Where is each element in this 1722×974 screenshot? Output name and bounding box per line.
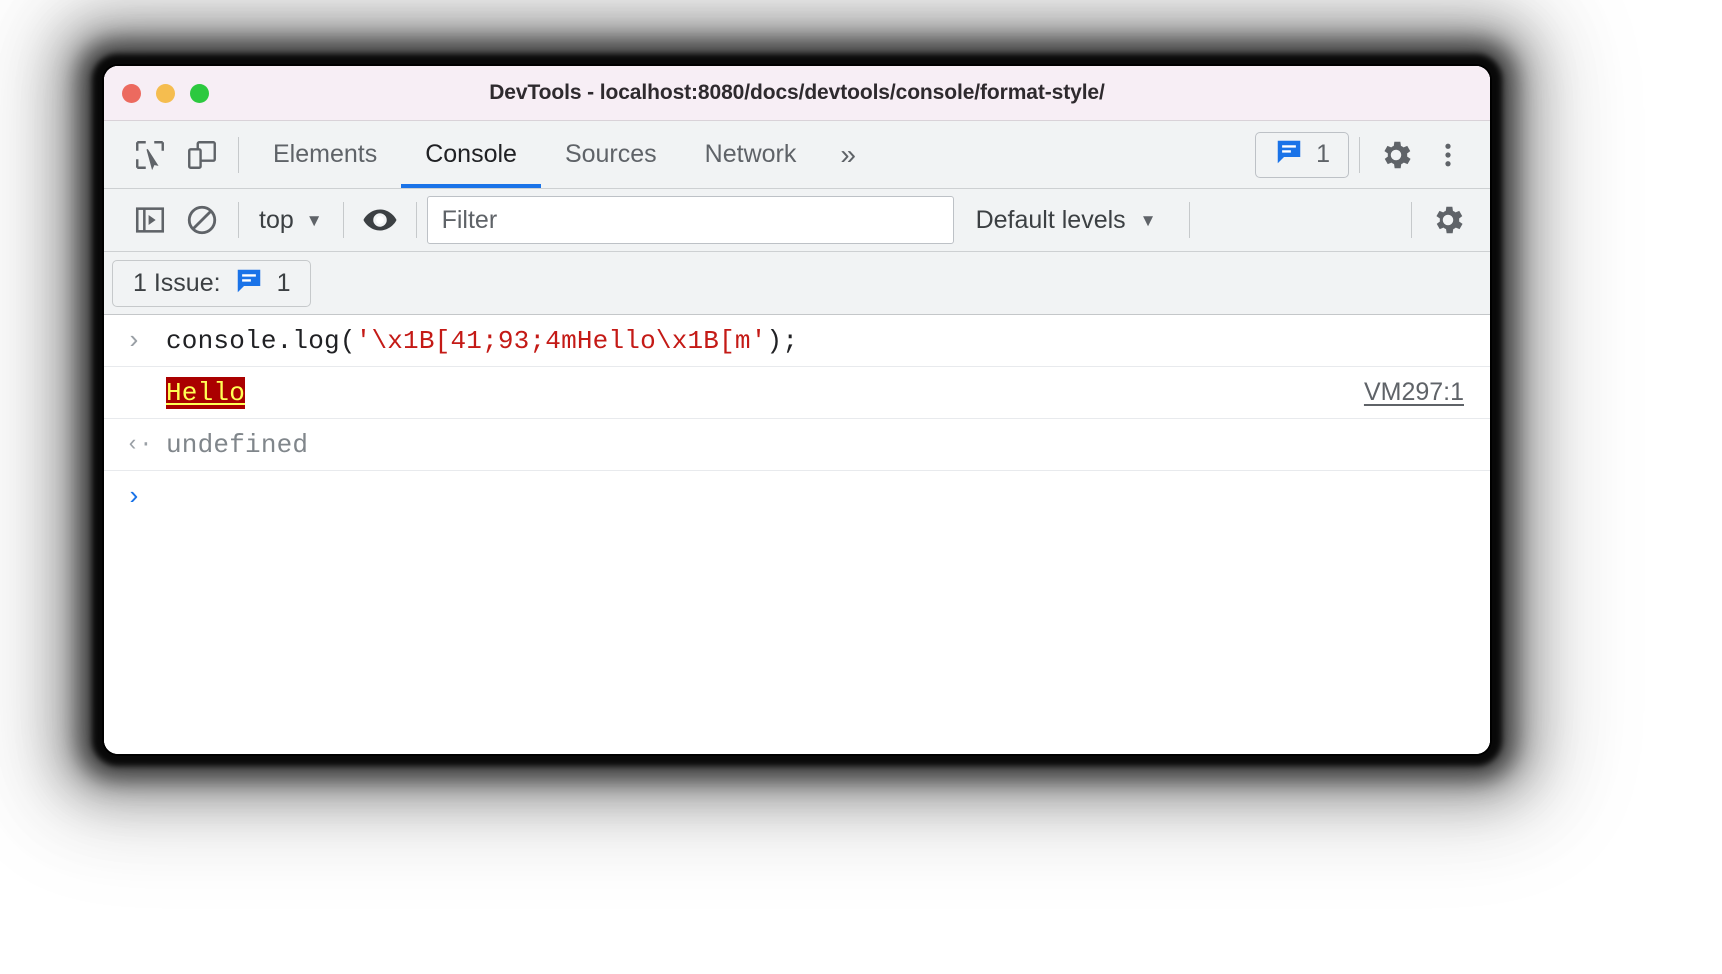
result-arrow-icon: ‹· xyxy=(126,432,153,457)
more-tabs-chevron-icon[interactable]: » xyxy=(820,139,873,171)
source-location-link[interactable]: VM297:1 xyxy=(1364,378,1464,407)
console-input-row[interactable]: › console.log('\x1B[41;93;4mHello\x1B[m'… xyxy=(104,315,1490,367)
ansi-styled-output: Hello xyxy=(166,376,246,409)
toolbar-divider xyxy=(238,136,239,173)
code-suffix: ); xyxy=(766,325,799,356)
execution-context-value: top xyxy=(259,205,294,234)
clear-console-icon[interactable] xyxy=(176,194,228,246)
devtools-main-tabbar: Elements Console Sources Network » 1 xyxy=(104,121,1490,189)
chevron-down-icon: ▼ xyxy=(305,210,323,230)
filter-input[interactable] xyxy=(426,196,954,244)
issues-counter-chip[interactable]: 1 xyxy=(1255,131,1349,178)
console-result-row[interactable]: ‹· undefined xyxy=(104,419,1490,471)
log-levels-value: Default levels xyxy=(975,205,1126,234)
devtools-window: DevTools - localhost:8080/docs/devtools/… xyxy=(104,66,1490,754)
code-prefix: console.log( xyxy=(166,325,356,356)
device-toolbar-icon[interactable] xyxy=(176,129,228,181)
close-window-button[interactable] xyxy=(122,83,141,103)
execution-context-selector[interactable]: top ▼ xyxy=(249,206,333,235)
gear-icon[interactable] xyxy=(1370,129,1422,181)
code-string-literal: '\x1B[41;93;4mHello\x1B[m' xyxy=(355,325,767,356)
console-toolbar-divider-5 xyxy=(1411,202,1412,238)
console-output-row[interactable]: Hello VM297:1 xyxy=(104,367,1490,419)
tab-console[interactable]: Console xyxy=(401,121,541,188)
console-result-value: undefined xyxy=(166,429,309,460)
tabbar-divider-2 xyxy=(1359,136,1360,173)
console-input-code: console.log('\x1B[41;93;4mHello\x1B[m'); xyxy=(166,326,798,356)
tab-network[interactable]: Network xyxy=(681,121,821,188)
tab-network-label: Network xyxy=(704,140,797,168)
window-titlebar: DevTools - localhost:8080/docs/devtools/… xyxy=(104,66,1490,121)
console-settings-gear-icon[interactable] xyxy=(1422,194,1474,246)
window-traffic-lights xyxy=(122,83,209,103)
console-message-list[interactable]: › console.log('\x1B[41;93;4mHello\x1B[m'… xyxy=(104,315,1490,754)
inspect-cursor-icon[interactable] xyxy=(124,129,176,181)
maximize-window-button[interactable] xyxy=(190,83,209,103)
issues-summary-button[interactable]: 1 Issue: 1 xyxy=(112,259,312,307)
console-prompt-row[interactable]: › xyxy=(104,471,1490,523)
eye-icon[interactable] xyxy=(354,194,406,246)
console-toolbar-divider-2 xyxy=(342,202,344,238)
tab-elements[interactable]: Elements xyxy=(249,121,401,188)
input-arrow-icon: › xyxy=(126,325,142,356)
console-toolbar-divider-1 xyxy=(238,202,239,238)
console-toolbar: top ▼ Default levels ▼ xyxy=(104,189,1490,252)
console-issues-bar: 1 Issue: 1 xyxy=(104,252,1490,315)
kebab-menu-icon[interactable] xyxy=(1422,129,1474,181)
issues-summary-label: 1 Issue: xyxy=(133,268,221,297)
console-toolbar-divider-4 xyxy=(1188,202,1190,238)
console-toolbar-divider-3 xyxy=(415,202,417,238)
devtools-tabs: Elements Console Sources Network » xyxy=(249,121,873,188)
screenshot-root: DevTools - localhost:8080/docs/devtools/… xyxy=(0,0,1722,974)
tab-sources[interactable]: Sources xyxy=(541,121,681,188)
issues-summary-count: 1 xyxy=(276,268,291,297)
tab-console-label: Console xyxy=(425,140,517,168)
tab-elements-label: Elements xyxy=(273,140,378,168)
prompt-caret-icon: › xyxy=(126,482,142,512)
tab-sources-label: Sources xyxy=(564,140,657,168)
issue-speech-bubble-icon xyxy=(1274,137,1304,172)
window-title: DevTools - localhost:8080/docs/devtools/… xyxy=(489,81,1105,104)
issues-count-label: 1 xyxy=(1316,140,1330,168)
log-levels-selector[interactable]: Default levels ▼ xyxy=(954,206,1179,235)
console-sidebar-icon[interactable] xyxy=(124,194,176,246)
issue-speech-bubble-icon xyxy=(234,266,264,301)
minimize-window-button[interactable] xyxy=(156,83,175,103)
chevron-down-icon: ▼ xyxy=(1139,210,1157,230)
